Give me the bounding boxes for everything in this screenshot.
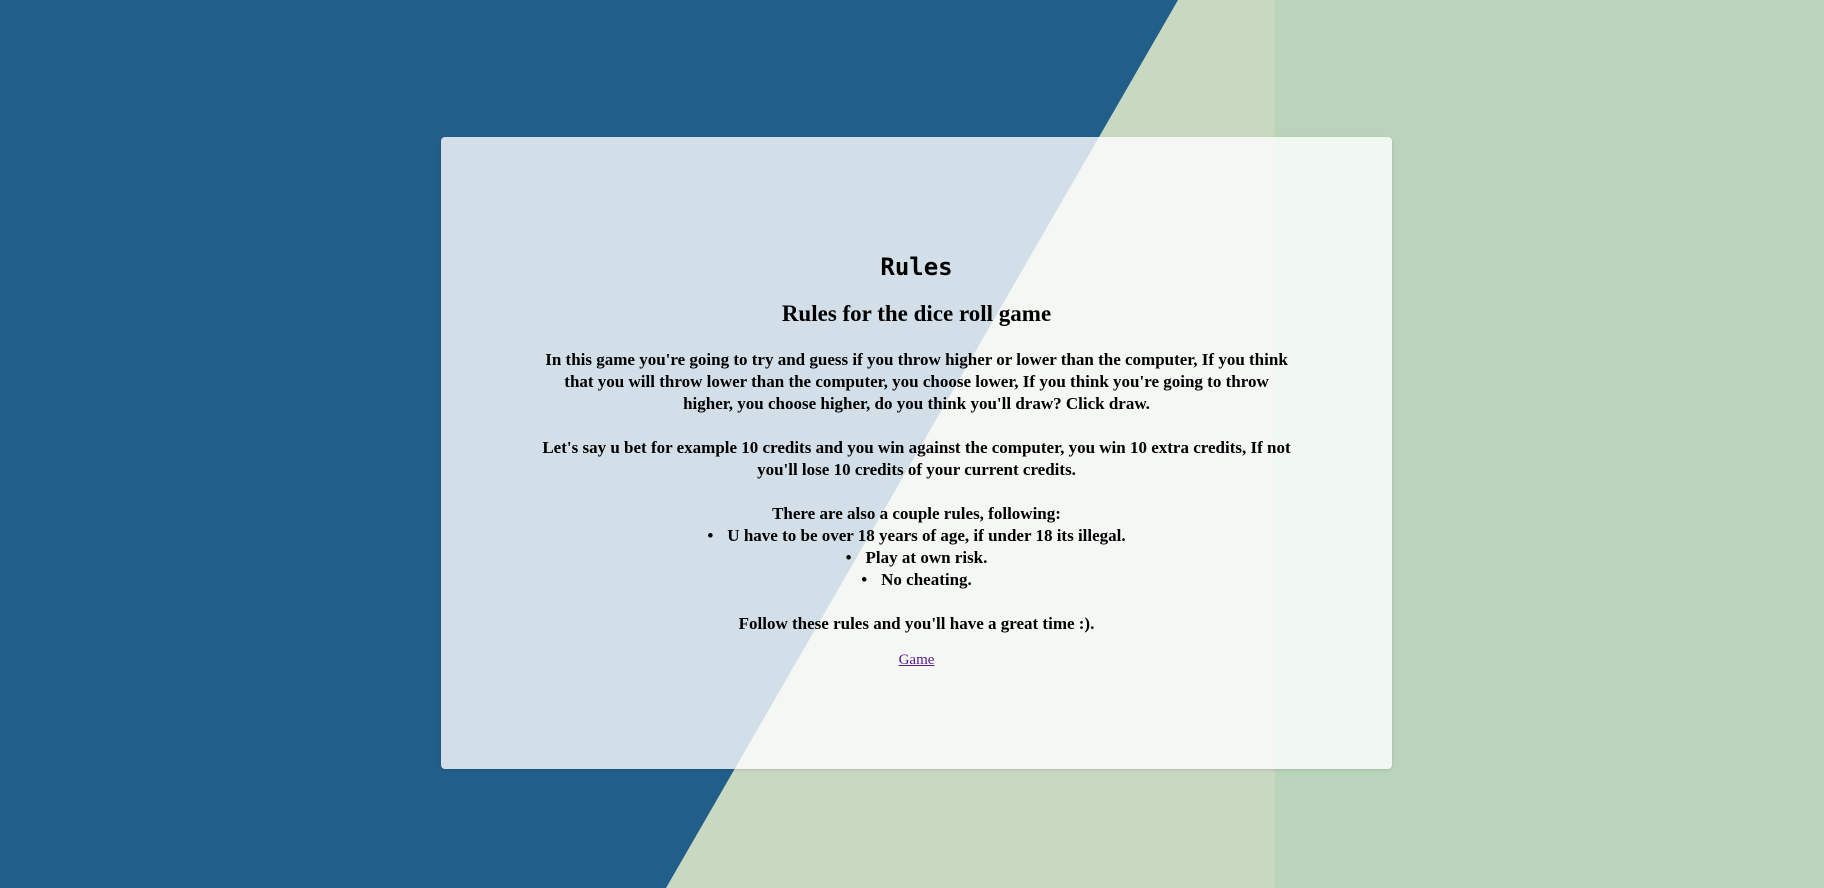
credits-paragraph: Let's say u bet for example 10 credits a… <box>542 438 1291 479</box>
bullet-icon: • <box>707 526 714 545</box>
list-item: • U have to be over 18 years of age, if u… <box>541 525 1292 547</box>
list-item: • No cheating. <box>541 569 1292 591</box>
rules-list: • U have to be over 18 years of age, if u… <box>541 525 1292 591</box>
page-title: Rules <box>880 253 953 281</box>
list-item: • Play at own risk. <box>541 547 1292 569</box>
page-subtitle: Rules for the dice roll game <box>781 301 1052 326</box>
rules-content: In this game you're going to try and gue… <box>541 349 1292 657</box>
bullet-icon: • <box>845 548 852 567</box>
rule-text: Play at own risk. <box>865 548 988 567</box>
rule-text: U have to be over 18 years of age, if un… <box>727 526 1126 545</box>
intro-paragraph: In this game you're going to try and gue… <box>545 350 1288 413</box>
closing-paragraph: Follow these rules and you'll have a gre… <box>738 614 1095 633</box>
rule-text: No cheating. <box>881 570 972 589</box>
game-link-container: Game <box>441 652 1392 669</box>
game-link[interactable]: Game <box>899 652 935 668</box>
rules-card: Rules Rules for the dice roll game In th… <box>441 137 1392 769</box>
bullet-icon: • <box>861 570 868 589</box>
rules-intro: There are also a couple rules, following… <box>772 504 1061 523</box>
